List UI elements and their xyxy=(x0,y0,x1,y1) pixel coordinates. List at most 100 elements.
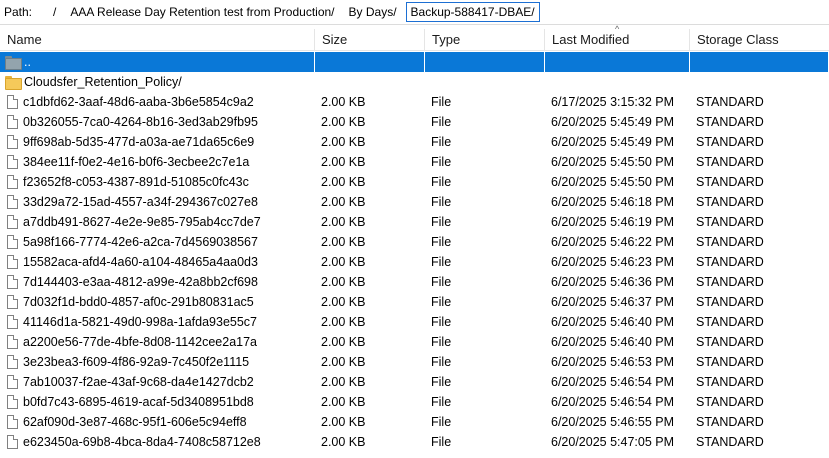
size-cell: 2.00 KB xyxy=(321,195,366,209)
type-cell: File xyxy=(431,435,452,449)
size-cell: 2.00 KB xyxy=(321,115,366,129)
storage-class-cell: STANDARD xyxy=(696,415,764,429)
file-row[interactable]: 33d29a72-15ad-4557-a34f-294367c027e8 2.00… xyxy=(0,192,829,212)
parent-folder-name-cell: .. xyxy=(0,52,315,72)
file-row[interactable]: 9ff698ab-5d35-477d-a03a-ae71da65c6e9 2.00… xyxy=(0,132,829,152)
file-icon xyxy=(7,215,18,229)
type-cell xyxy=(425,72,545,92)
column-header-last-modified-label: Last Modified xyxy=(552,32,630,47)
type-cell: File xyxy=(431,155,452,169)
file-name-cell: e623450a-69b8-4bca-8da4-7408c58712e8 xyxy=(0,432,315,452)
breadcrumb-release-day[interactable]: AAA Release Day Retention test from Prod… xyxy=(63,5,341,19)
column-header-last-modified[interactable]: ^ Last Modified xyxy=(545,25,690,51)
size-cell: 2.00 KB xyxy=(321,175,366,189)
file-row[interactable]: 41146d1a-5821-49d0-998a-1afda93e55c7 2.00… xyxy=(0,312,829,332)
type-cell: File xyxy=(431,195,452,209)
storage-class-cell: STANDARD xyxy=(696,355,764,369)
folder-icon xyxy=(5,56,22,70)
file-icon xyxy=(7,135,18,149)
column-header-name[interactable]: Name xyxy=(0,29,315,51)
file-name: 15582aca-afd4-4a60-a104-48465a4aa0d3 xyxy=(23,255,258,269)
file-row[interactable]: 15582aca-afd4-4a60-a104-48465a4aa0d3 2.00… xyxy=(0,252,829,272)
size-cell: 2.00 KB xyxy=(321,355,366,369)
size-cell: 2.00 KB xyxy=(321,235,366,249)
size-cell: 2.00 KB xyxy=(321,295,366,309)
storage-class-cell: STANDARD xyxy=(696,335,764,349)
file-row[interactable]: 62af090d-3e87-468c-95f1-606e5c94eff8 2.00… xyxy=(0,412,829,432)
column-header-size[interactable]: Size xyxy=(315,29,425,51)
file-row[interactable]: 5a98f166-7774-42e6-a2ca-7d4569038567 2.00… xyxy=(0,232,829,252)
size-cell xyxy=(315,52,425,72)
file-row[interactable]: a2200e56-77de-4bfe-8d08-1142cee2a17a 2.00… xyxy=(0,332,829,352)
size-cell: 2.00 KB xyxy=(321,135,366,149)
file-name-cell: b0fd7c43-6895-4619-acaf-5d3408951bd8 xyxy=(0,392,315,412)
file-name: 5a98f166-7774-42e6-a2ca-7d4569038567 xyxy=(23,235,258,249)
file-row[interactable]: 0b326055-7ca0-4264-8b16-3ed3ab29fb95 2.00… xyxy=(0,112,829,132)
size-cell: 2.00 KB xyxy=(321,215,366,229)
file-icon xyxy=(7,395,18,409)
file-row[interactable]: 3e23bea3-f609-4f86-92a9-7c450f2e1115 2.00… xyxy=(0,352,829,372)
file-name-cell: a2200e56-77de-4bfe-8d08-1142cee2a17a xyxy=(0,332,315,352)
file-icon xyxy=(7,375,18,389)
file-icon xyxy=(7,175,18,189)
file-row[interactable]: a7ddb491-8627-4e2e-9e85-795ab4cc7de7 2.00… xyxy=(0,212,829,232)
storage-class-cell: STANDARD xyxy=(696,135,764,149)
column-header-storage-class[interactable]: Storage Class xyxy=(690,29,829,51)
file-name: b0fd7c43-6895-4619-acaf-5d3408951bd8 xyxy=(23,395,254,409)
file-icon xyxy=(7,155,18,169)
storage-class-cell: STANDARD xyxy=(696,235,764,249)
file-row[interactable]: 7ab10037-f2ae-43af-9c68-da4e1427dcb2 2.00… xyxy=(0,372,829,392)
storage-class-cell: STANDARD xyxy=(696,275,764,289)
file-name-cell: 3e23bea3-f609-4f86-92a9-7c450f2e1115 xyxy=(0,352,315,372)
breadcrumb-root[interactable]: / xyxy=(46,5,63,19)
type-cell: File xyxy=(431,95,452,109)
breadcrumb-by-days[interactable]: By Days/ xyxy=(342,5,404,19)
type-cell: File xyxy=(431,235,452,249)
size-cell: 2.00 KB xyxy=(321,415,366,429)
parent-folder-row[interactable]: .. xyxy=(0,52,829,72)
file-row[interactable]: c1dbfd62-3aaf-48d6-aaba-3b6e5854c9a2 2.00… xyxy=(0,92,829,112)
breadcrumb-current[interactable]: Backup-588417-DBAE/ xyxy=(405,2,540,22)
modified-cell: 6/20/2025 5:45:49 PM xyxy=(551,135,675,149)
file-icon xyxy=(7,335,18,349)
column-header-type[interactable]: Type xyxy=(425,29,545,51)
file-name-cell: f23652f8-c053-4387-891d-51085c0fc43c xyxy=(0,172,315,192)
modified-cell xyxy=(545,52,690,72)
file-name: 41146d1a-5821-49d0-998a-1afda93e55c7 xyxy=(23,315,258,329)
file-name-cell: 33d29a72-15ad-4557-a34f-294367c027e8 xyxy=(0,192,315,212)
file-row[interactable]: 7d032f1d-bdd0-4857-af0c-291b80831ac5 2.00… xyxy=(0,292,829,312)
file-name: f23652f8-c053-4387-891d-51085c0fc43c xyxy=(23,175,249,189)
file-name: 3e23bea3-f609-4f86-92a9-7c450f2e1115 xyxy=(23,355,250,369)
file-name-cell: c1dbfd62-3aaf-48d6-aaba-3b6e5854c9a2 xyxy=(0,92,315,112)
file-name: 7d144403-e3aa-4812-a99e-42a8bb2cf698 xyxy=(23,275,258,289)
type-cell: File xyxy=(431,355,452,369)
size-cell: 2.00 KB xyxy=(321,435,366,449)
file-row[interactable]: f23652f8-c053-4387-891d-51085c0fc43c 2.00… xyxy=(0,172,829,192)
modified-cell: 6/20/2025 5:45:49 PM xyxy=(551,115,675,129)
modified-cell: 6/20/2025 5:46:53 PM xyxy=(551,355,675,369)
file-name-cell: 384ee11f-f0e2-4e16-b0f6-3ecbee2c7e1a xyxy=(0,152,315,172)
file-row[interactable]: b0fd7c43-6895-4619-acaf-5d3408951bd8 2.00… xyxy=(0,392,829,412)
file-name: a7ddb491-8627-4e2e-9e85-795ab4cc7de7 xyxy=(23,215,261,229)
folder-row[interactable]: Cloudsfer_Retention_Policy/ xyxy=(0,72,829,92)
file-icon xyxy=(7,195,18,209)
file-name-cell: 15582aca-afd4-4a60-a104-48465a4aa0d3 xyxy=(0,252,315,272)
file-icon xyxy=(7,115,18,129)
storage-class-cell: STANDARD xyxy=(696,255,764,269)
modified-cell xyxy=(545,72,690,92)
file-name-cell: 41146d1a-5821-49d0-998a-1afda93e55c7 xyxy=(0,312,315,332)
storage-class-cell xyxy=(690,72,829,92)
file-row[interactable]: 384ee11f-f0e2-4e16-b0f6-3ecbee2c7e1a 2.00… xyxy=(0,152,829,172)
modified-cell: 6/20/2025 5:45:50 PM xyxy=(551,175,675,189)
file-row[interactable]: 7d144403-e3aa-4812-a99e-42a8bb2cf698 2.00… xyxy=(0,272,829,292)
storage-class-cell: STANDARD xyxy=(696,155,764,169)
file-row[interactable]: e623450a-69b8-4bca-8da4-7408c58712e8 2.00… xyxy=(0,432,829,452)
file-list: .. Cloudsfer_Retention_Policy/ c1dbfd62-… xyxy=(0,52,829,452)
column-header: Name Size Type ^ Last Modified Storage C… xyxy=(0,25,829,51)
type-cell xyxy=(425,52,545,72)
file-icon xyxy=(7,255,18,269)
type-cell: File xyxy=(431,295,452,309)
storage-class-cell: STANDARD xyxy=(696,295,764,309)
type-cell: File xyxy=(431,215,452,229)
file-name: 7ab10037-f2ae-43af-9c68-da4e1427dcb2 xyxy=(23,375,254,389)
